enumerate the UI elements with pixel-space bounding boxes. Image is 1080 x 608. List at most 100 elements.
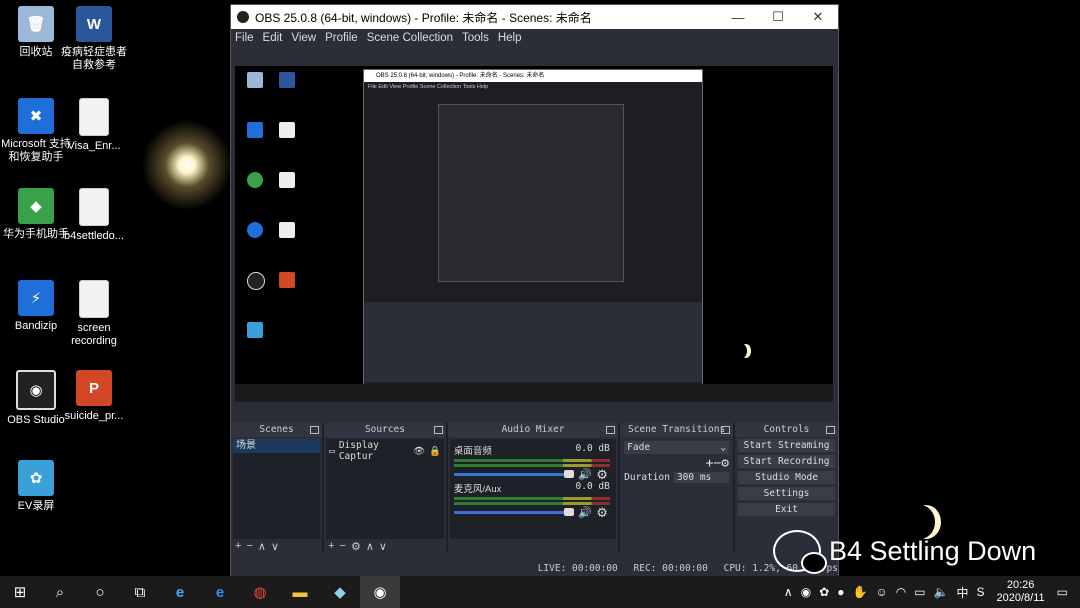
volume-slider[interactable]: 🔊 ⚙ xyxy=(453,505,610,520)
popout-icon[interactable] xyxy=(826,426,836,434)
title-bar[interactable]: OBS 25.0.8 (64-bit, windows) - Profile: … xyxy=(231,5,838,29)
menu-scene-collection[interactable]: Scene Collection xyxy=(367,32,453,44)
volume-icon[interactable]: 🔈 xyxy=(934,585,949,599)
exit-button[interactable]: Exit xyxy=(738,503,836,516)
taskbar-app[interactable]: ◆ xyxy=(320,576,360,608)
studio-mode-button[interactable]: Studio Mode xyxy=(738,471,836,484)
search-icon: ⌕ xyxy=(55,583,65,601)
mini-ppt-icon xyxy=(279,272,295,288)
volume-meter xyxy=(453,459,610,462)
add-icon[interactable]: + xyxy=(235,540,241,552)
popout-icon[interactable] xyxy=(433,426,443,434)
hand-tray-icon[interactable]: ✋ xyxy=(853,585,868,599)
speaker-icon[interactable]: 🔊 xyxy=(578,468,592,481)
sources-toolbar: + − ⚙ ∧ ∨ xyxy=(324,539,446,553)
task-view-button[interactable]: ⧉ xyxy=(120,576,160,608)
eye-icon[interactable]: 👁 xyxy=(413,446,425,457)
source-item[interactable]: ▭ Display Captur 👁 🔒 xyxy=(326,439,444,463)
taskbar-ie[interactable]: e xyxy=(160,576,200,608)
settings-button[interactable]: Settings xyxy=(738,487,836,500)
add-icon[interactable]: + xyxy=(328,540,334,552)
move-up-icon[interactable]: ∧ xyxy=(258,540,266,553)
minimize-button[interactable]: — xyxy=(718,10,758,25)
volume-slider[interactable]: 🔊 ⚙ xyxy=(453,467,610,482)
channel-db: 0.0 dB xyxy=(575,443,610,454)
flower-tray-icon[interactable]: ✿ xyxy=(819,585,829,599)
circle-icon: ○ xyxy=(95,583,105,601)
preview-taskbar xyxy=(235,384,833,402)
volume-meter xyxy=(453,502,610,505)
sources-list[interactable]: ▭ Display Captur 👁 🔒 xyxy=(326,439,444,539)
mini-obs-icon xyxy=(247,272,265,290)
start-streaming-button[interactable]: Start Streaming xyxy=(738,439,836,452)
move-down-icon[interactable]: ∨ xyxy=(271,540,279,553)
taskbar-obs[interactable]: ◉ xyxy=(360,576,400,608)
clock[interactable]: 20:26 2020/8/11 xyxy=(997,579,1045,605)
obs-tray-icon[interactable]: ◉ xyxy=(801,585,811,599)
audio-mixer-dock: Audio Mixer 桌面音频 0.0 dB 🔊 ⚙ 麦克风/Aux 0.0 … xyxy=(447,423,621,553)
mixer-title: Audio Mixer xyxy=(501,424,565,435)
obs-studio-icon: ◉ xyxy=(373,584,387,601)
scene-item[interactable]: 场景 xyxy=(233,439,321,453)
popout-icon[interactable] xyxy=(310,426,320,434)
channel-db: 0.0 dB xyxy=(575,481,610,492)
gear-icon[interactable]: ⚙ xyxy=(721,456,729,471)
ime-indicator[interactable]: 中 xyxy=(957,584,969,601)
speaker-icon[interactable]: 🔊 xyxy=(578,506,592,519)
desktop-icon-word-doc[interactable]: W 疫病轻症患者自救参考 xyxy=(58,6,130,72)
maximize-button[interactable]: ☐ xyxy=(758,9,798,25)
menu-edit[interactable]: Edit xyxy=(263,32,283,44)
document-icon xyxy=(79,98,109,136)
powerpoint-icon: P xyxy=(76,370,112,406)
duration-input[interactable]: 300 ms xyxy=(673,472,730,483)
chevron-up-icon[interactable]: ∧ xyxy=(784,585,793,599)
people-tray-icon[interactable]: ☺ xyxy=(875,585,887,599)
wifi-icon[interactable]: ◠ xyxy=(896,585,906,599)
menu-tools[interactable]: Tools xyxy=(462,32,489,44)
lock-icon[interactable]: 🔒 xyxy=(429,446,441,457)
menu-help[interactable]: Help xyxy=(498,32,522,44)
battery-icon[interactable]: ▭ xyxy=(914,585,925,599)
bandizip-icon: ⚡ xyxy=(18,280,54,316)
popout-icon[interactable] xyxy=(721,426,731,434)
taskbar-edge[interactable]: e xyxy=(200,576,240,608)
mini-bandizip-icon xyxy=(247,222,263,238)
close-button[interactable]: ✕ xyxy=(798,9,838,25)
remove-icon[interactable]: − xyxy=(340,540,346,552)
search-button[interactable]: ⌕ xyxy=(40,576,80,608)
cortana-button[interactable]: ○ xyxy=(80,576,120,608)
menu-profile[interactable]: Profile xyxy=(325,32,358,44)
move-down-icon[interactable]: ∨ xyxy=(379,540,387,553)
desktop-icon-ppt[interactable]: P suicide_pr... xyxy=(58,370,130,423)
move-up-icon[interactable]: ∧ xyxy=(366,540,374,553)
mini-doc-icon xyxy=(279,172,295,188)
channel-name: 麦克风/Aux xyxy=(453,484,502,495)
desktop-icon-visa[interactable]: Visa_Enr... xyxy=(58,98,130,153)
monitor-icon: ▭ xyxy=(329,445,335,457)
scenes-dock: Scenes 场景 + − ∧ ∨ xyxy=(231,423,325,553)
rec-status: REC: 00:00:00 xyxy=(633,563,708,574)
desktop-icon-ev[interactable]: ✿ EV录屏 xyxy=(0,460,76,513)
input-tray-icon[interactable]: S xyxy=(977,585,985,599)
popout-icon[interactable] xyxy=(606,426,616,434)
desktop-icon-screen-recording[interactable]: screen recording xyxy=(58,280,130,348)
scenes-list[interactable]: 场景 xyxy=(233,439,321,539)
gear-icon[interactable]: ⚙ xyxy=(596,505,608,521)
huawei-assistant-icon: ◆ xyxy=(18,188,54,224)
menu-view[interactable]: View xyxy=(291,32,316,44)
obs-window[interactable]: OBS 25.0.8 (64-bit, windows) - Profile: … xyxy=(230,4,839,578)
remove-icon[interactable]: − xyxy=(246,540,252,552)
start-button[interactable]: ⊞ xyxy=(0,576,40,608)
transition-select[interactable]: Fade ⌄ xyxy=(624,441,730,454)
desktop-icon-b4settle[interactable]: b4settledo... xyxy=(58,188,130,243)
wechat-tray-icon[interactable]: ● xyxy=(837,585,844,599)
start-recording-button[interactable]: Start Recording xyxy=(738,455,836,468)
menu-file[interactable]: File xyxy=(235,32,254,44)
gear-icon[interactable]: ⚙ xyxy=(351,540,361,553)
status-bar: LIVE: 00:00:00 REC: 00:00:00 CPU: 1.2%, … xyxy=(231,563,838,577)
nested-inner-window xyxy=(438,104,624,282)
taskbar-chrome[interactable]: ◍ xyxy=(240,576,280,608)
taskbar-explorer[interactable]: ▬ xyxy=(280,576,320,608)
notification-icon[interactable]: ▭ xyxy=(1057,585,1068,599)
preview-canvas[interactable]: OBS 25.0.8 (64-bit, windows) - Profile: … xyxy=(235,66,833,402)
